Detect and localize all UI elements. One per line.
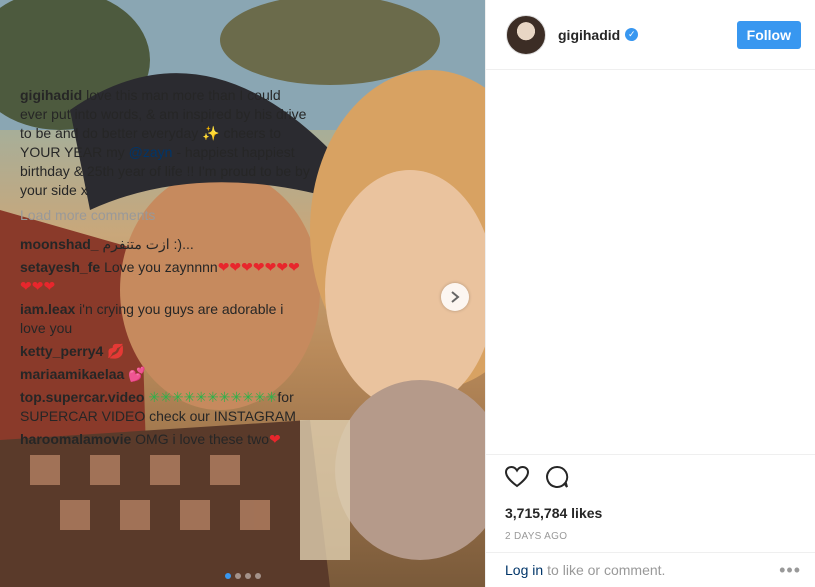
comment-username[interactable]: top.supercar.video bbox=[20, 389, 144, 405]
comment-item: setayesh_fe Love you zaynnnn❤❤❤❤❤❤❤❤❤❤ bbox=[20, 258, 310, 296]
comment-item: moonshad_ ازت متنفرم :)... bbox=[20, 235, 310, 254]
carousel-dot bbox=[254, 573, 261, 579]
like-button[interactable] bbox=[504, 465, 530, 493]
login-link[interactable]: Log in bbox=[505, 562, 543, 578]
comment-item: top.supercar.video ✳✳✳✳✳✳✳✳✳✳✳for SUPERC… bbox=[20, 388, 310, 426]
comment-button[interactable] bbox=[545, 465, 569, 494]
comment-emoji: 💋 bbox=[107, 343, 125, 359]
avatar[interactable] bbox=[506, 14, 546, 55]
header-username[interactable]: gigihadid bbox=[558, 27, 620, 43]
login-footer: Log in to like or comment. ••• bbox=[485, 552, 815, 587]
like-count[interactable]: 3,715,784 likes bbox=[505, 505, 795, 521]
comment-username[interactable]: haroomalamovie bbox=[20, 431, 131, 447]
verified-badge-icon: ✓ bbox=[625, 28, 639, 41]
carousel-dot bbox=[244, 573, 251, 579]
caption-username[interactable]: gigihadid bbox=[20, 87, 82, 103]
load-more-comments-button[interactable]: Load more comments bbox=[20, 206, 310, 225]
carousel-dot bbox=[234, 573, 241, 579]
chevron-right-icon bbox=[451, 291, 460, 303]
comment-username[interactable]: setayesh_fe bbox=[20, 259, 100, 275]
comment-username[interactable]: moonshad_ bbox=[20, 236, 99, 252]
comment-username[interactable]: ketty_perry4 bbox=[20, 343, 103, 359]
carousel-next-button[interactable] bbox=[441, 283, 469, 311]
carousel-dot bbox=[224, 573, 231, 579]
post-header: gigihadid ✓ Follow bbox=[486, 0, 815, 70]
heart-icon bbox=[504, 465, 530, 487]
comment-text: Love you zaynnnn bbox=[104, 259, 218, 275]
comment-emoji: 💕 bbox=[128, 366, 146, 382]
login-prompt-text: to like or comment. bbox=[547, 562, 666, 578]
caption: gigihadid love this man more than I coul… bbox=[20, 86, 310, 200]
follow-button[interactable]: Follow bbox=[736, 20, 801, 49]
comment-item: mariaamikaelaa 💕 bbox=[20, 365, 310, 384]
post-actions: 3,715,784 likes 2 DAYS AGO bbox=[485, 454, 815, 542]
comment-item: haroomalamovie OMG i love these two❤ bbox=[20, 430, 310, 449]
caption-mention-link[interactable]: @zayn bbox=[129, 144, 173, 160]
comment-text: ازت متنفرم :)... bbox=[102, 236, 194, 252]
comment-username[interactable]: mariaamikaelaa bbox=[20, 366, 124, 382]
comment-text: OMG i love these two bbox=[135, 431, 269, 447]
comment-emoji: ❤ bbox=[268, 431, 281, 447]
more-options-icon[interactable]: ••• bbox=[779, 560, 801, 581]
post-date[interactable]: 2 DAYS AGO bbox=[505, 531, 795, 542]
comment-username[interactable]: iam.leax bbox=[20, 301, 75, 317]
comment-icon bbox=[546, 465, 569, 488]
comments-section: gigihadid love this man more than I coul… bbox=[20, 86, 310, 454]
carousel-indicator bbox=[0, 573, 485, 579]
comment-emoji: ✳✳✳✳✳✳✳✳✳✳✳ bbox=[148, 389, 278, 405]
comment-item: iam.leax i'n crying you guys are adorabl… bbox=[20, 300, 310, 338]
comment-item: ketty_perry4 💋 bbox=[20, 342, 310, 361]
